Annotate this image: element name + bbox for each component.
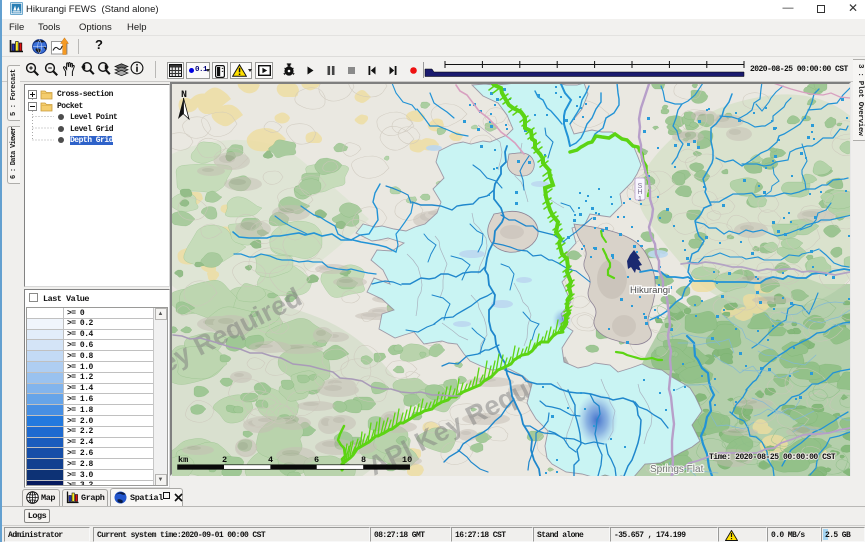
svg-text:6: 6 xyxy=(314,455,319,465)
svg-text:Springs Flat: Springs Flat xyxy=(650,464,704,475)
svg-text:Time: 2020-08-25 00:00:00 CST: Time: 2020-08-25 00:00:00 CST xyxy=(709,453,836,462)
svg-text:Hikurangi: Hikurangi xyxy=(630,285,670,296)
svg-text:2: 2 xyxy=(222,455,227,465)
svg-text:km: km xyxy=(178,455,188,465)
svg-text:4: 4 xyxy=(268,455,273,465)
svg-text:8: 8 xyxy=(361,455,366,465)
svg-text:SH1: SH1 xyxy=(637,183,642,203)
svg-text:10: 10 xyxy=(402,455,412,465)
